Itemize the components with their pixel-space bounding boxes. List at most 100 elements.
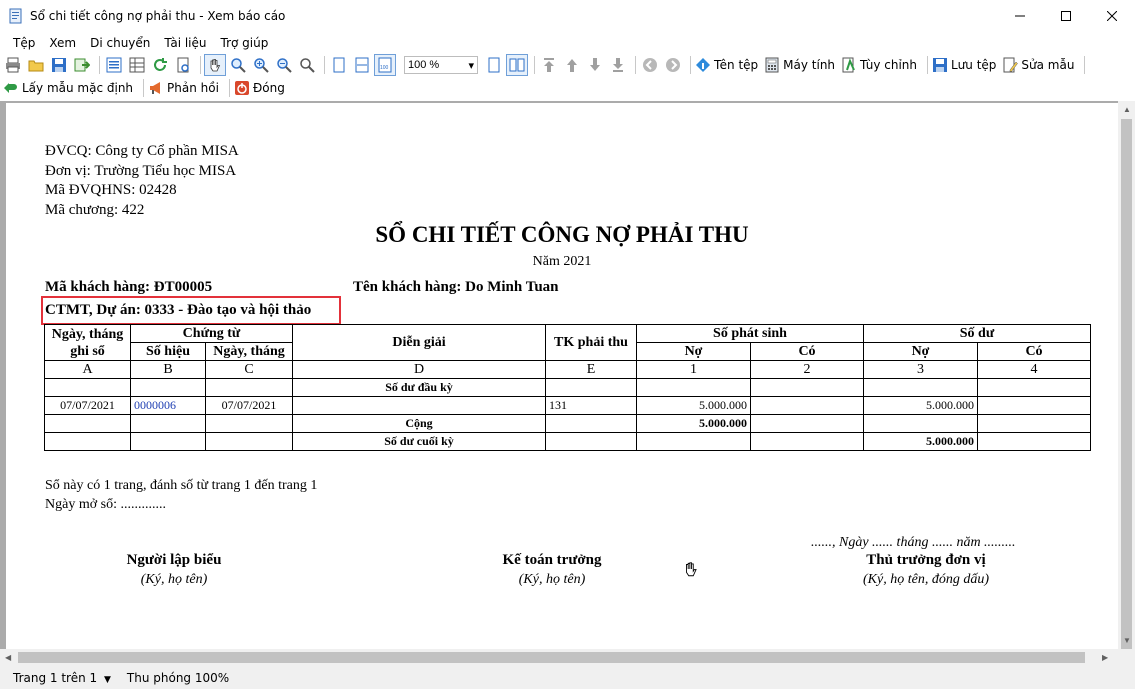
next-page-button[interactable]	[585, 55, 605, 75]
page-indicator: Trang 1 trên 1	[13, 670, 98, 685]
power-icon	[234, 81, 249, 95]
open-button[interactable]	[26, 55, 46, 75]
total-debit: 5.000.000	[636, 414, 751, 433]
vertical-scroll-thumb[interactable]	[1121, 119, 1132, 649]
edit-template-label: Sửa mẫu	[1021, 58, 1075, 72]
row-balance-debit: 5.000.000	[863, 396, 978, 415]
col-description-header: Diễn giải	[292, 324, 546, 361]
scroll-left-icon[interactable]: ◀	[5, 653, 11, 662]
undo-arrow-icon	[4, 83, 17, 93]
feedback-button[interactable]: Phản hồi	[148, 80, 219, 96]
multi-page-button[interactable]	[506, 54, 528, 76]
print-button[interactable]	[3, 55, 23, 75]
scroll-up-icon[interactable]: ▲	[1123, 105, 1131, 114]
signature-accountant-note: (Ký, họ tên)	[518, 572, 586, 587]
column-code: B	[130, 360, 206, 379]
actual-size-icon: 100	[378, 57, 392, 73]
zoom-in-button[interactable]	[251, 55, 271, 75]
find-button[interactable]	[297, 55, 317, 75]
export-button[interactable]	[72, 55, 92, 75]
edit-template-icon	[1003, 57, 1019, 73]
maximize-icon	[1061, 11, 1071, 21]
fit-page-button[interactable]	[329, 55, 349, 75]
calculator-icon	[765, 57, 779, 73]
grid-button[interactable]	[127, 55, 147, 75]
scroll-right-icon[interactable]: ▶	[1102, 653, 1108, 662]
magnifier-icon	[231, 58, 246, 73]
save-file-label: Lưu tệp	[950, 58, 997, 72]
menu-view[interactable]: Xem	[42, 36, 83, 50]
report-year: Năm 2021	[532, 254, 592, 269]
window-title: Sổ chi tiết công nợ phải thu - Xem báo c…	[30, 9, 286, 23]
total-label: Cộng	[292, 414, 546, 433]
refresh-button[interactable]	[150, 55, 170, 75]
zoom-select[interactable]: 100 % ▾	[404, 56, 478, 74]
single-page-icon	[488, 57, 500, 73]
forward-button[interactable]	[663, 55, 683, 75]
edit-template-button[interactable]: Sửa mẫu	[1002, 57, 1074, 73]
minimize-icon	[1015, 15, 1025, 17]
page-indicator-dropdown[interactable]: Trang 1 trên 1 ▼	[13, 671, 111, 685]
total-row: Cộng 5.000.000	[44, 414, 1091, 433]
folder-open-icon	[28, 60, 44, 72]
column-code: 2	[750, 360, 864, 379]
menu-document[interactable]: Tài liệu	[157, 36, 213, 50]
previous-page-button[interactable]	[562, 55, 582, 75]
hand-tool-button[interactable]	[204, 54, 226, 76]
header-unit: Đơn vị: Trường Tiểu học MISA	[45, 163, 237, 179]
row-voucher-no-link[interactable]: 0000006	[130, 396, 206, 415]
close-window-button[interactable]	[1089, 0, 1135, 32]
fit-width-button[interactable]	[352, 55, 372, 75]
single-page-button[interactable]	[484, 55, 504, 75]
ledger-table: Ngày, tháng ghi sổ Chứng từ Diễn giải TK…	[44, 324, 1091, 451]
calculator-button[interactable]: Máy tính	[764, 57, 835, 73]
default-template-button[interactable]: Lấy mẫu mặc định	[3, 80, 133, 96]
maximize-button[interactable]	[1043, 0, 1089, 32]
row-voucher-date: 07/07/2021	[205, 396, 293, 415]
row-credit	[750, 396, 864, 415]
save-file-button[interactable]: Lưu tệp	[932, 57, 996, 73]
save-button[interactable]	[49, 55, 69, 75]
header-chapter-code: Mã chương: 422	[45, 202, 145, 218]
diamond-info-icon	[696, 58, 710, 72]
closing-balance-debit: 5.000.000	[863, 432, 978, 451]
col-voucher-date-header: Ngày, tháng	[205, 342, 293, 361]
actual-size-button[interactable]: 100	[374, 54, 396, 76]
file-name-button[interactable]: Tên tệp	[695, 57, 758, 73]
col-balance-header: Số dư	[863, 324, 1091, 343]
menu-file[interactable]: Tệp	[6, 36, 42, 50]
zoom-out-button[interactable]	[274, 55, 294, 75]
scroll-down-icon[interactable]: ▼	[1123, 636, 1131, 645]
page-setup-button[interactable]	[173, 55, 193, 75]
column-code: C	[205, 360, 293, 379]
hand-icon	[210, 59, 221, 72]
minimize-button[interactable]	[997, 0, 1043, 32]
customize-button[interactable]: Tùy chỉnh	[841, 57, 917, 73]
save-icon	[52, 58, 66, 72]
close-report-button[interactable]: Đóng	[234, 80, 285, 96]
zoom-tool-button[interactable]	[228, 55, 248, 75]
fit-width-icon	[355, 57, 369, 73]
open-date-note: Ngày mở sổ: .............	[45, 497, 166, 512]
customize-label: Tùy chỉnh	[860, 58, 917, 72]
signature-preparer-title: Người lập biểu	[126, 552, 222, 568]
first-page-button[interactable]	[539, 55, 559, 75]
refresh-icon	[154, 58, 167, 71]
table-of-contents-button[interactable]	[104, 55, 124, 75]
col-voucher-header: Chứng từ	[130, 324, 293, 343]
horizontal-scroll-thumb[interactable]	[18, 652, 1085, 663]
report-viewer[interactable]: ĐVCQ: Công ty Cổ phần MISA Đơn vị: Trườn…	[0, 101, 1135, 666]
menu-help[interactable]: Trợ giúp	[214, 36, 276, 50]
table-row: 07/07/2021 0000006 07/07/2021 131 5.000.…	[44, 396, 1091, 415]
last-page-button[interactable]	[608, 55, 628, 75]
column-code: E	[545, 360, 637, 379]
app-report-icon	[8, 8, 24, 24]
fit-page-icon	[333, 57, 345, 73]
back-button[interactable]	[640, 55, 660, 75]
project-line: CTMT, Dự án: 0333 - Đào tạo và hội thảo	[45, 302, 312, 318]
menu-navigate[interactable]: Di chuyển	[83, 36, 157, 50]
save-file-icon	[932, 58, 947, 72]
multi-page-icon	[509, 58, 525, 72]
signature-head-note: (Ký, họ tên, đóng dấu)	[863, 572, 989, 587]
main-toolbar: 100 100 % ▾ Tên tệp Máy tính Tùy chỉnh L…	[0, 54, 1135, 76]
